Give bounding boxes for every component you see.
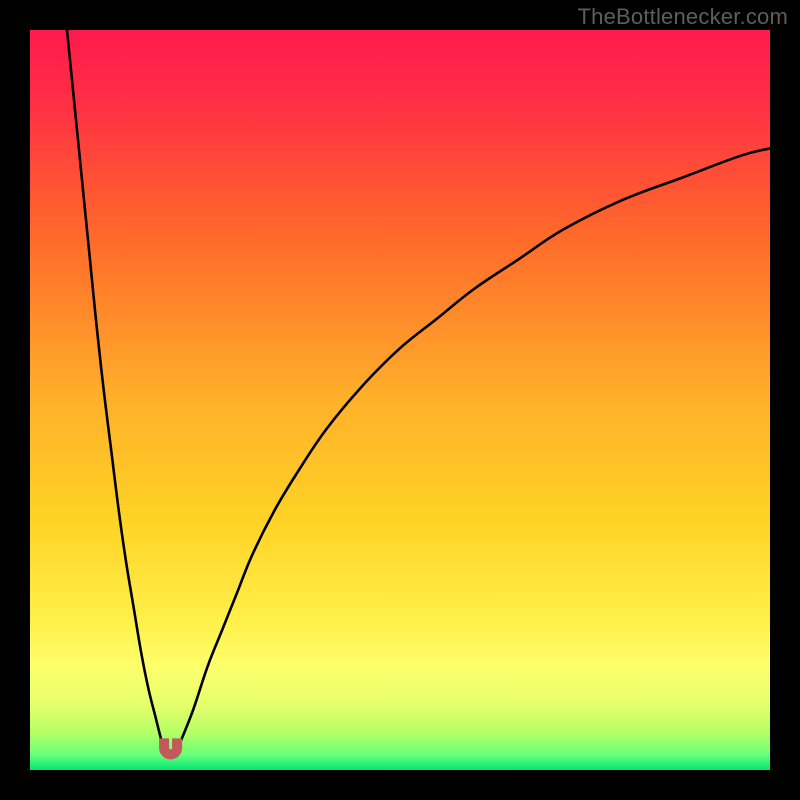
chart-outer-frame: TheBottlenecker.com	[0, 0, 800, 800]
chart-plot-area	[30, 30, 770, 770]
curve-left-branch	[67, 30, 163, 748]
watermark-text: TheBottlenecker.com	[578, 4, 788, 30]
curve-right-branch	[178, 148, 770, 747]
chart-curves	[30, 30, 770, 770]
minimum-marker	[160, 739, 182, 759]
